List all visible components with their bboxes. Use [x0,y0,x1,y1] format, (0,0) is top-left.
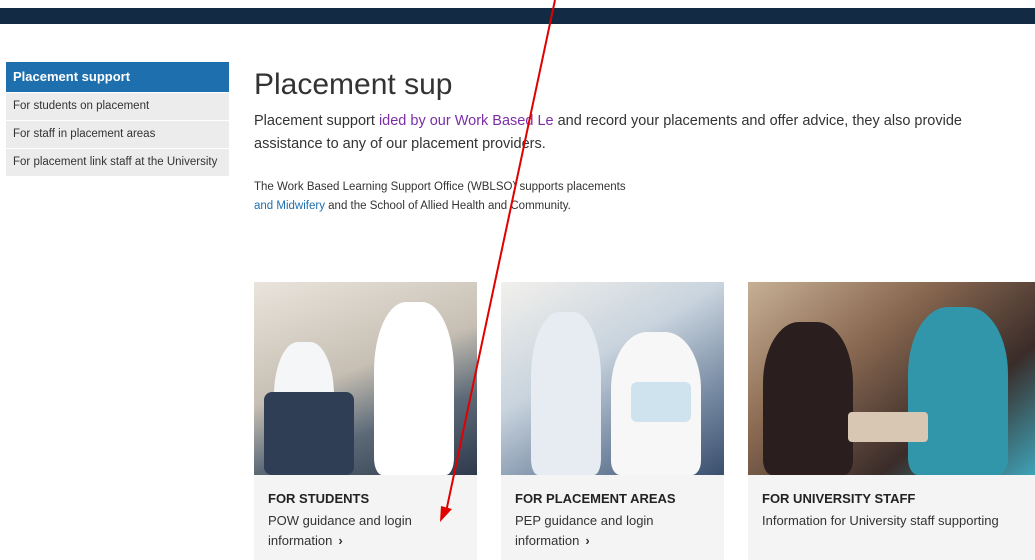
chevron-right-icon: › [338,533,343,548]
card-title: FOR STUDENTS [268,491,370,506]
intro-text-start: The Work Based Learning Support Office (… [254,181,626,193]
sidebar-item-link-staff[interactable]: For placement link staff at the Universi… [6,148,229,176]
midwifery-link[interactable]: and Midwifery [254,200,325,212]
lead-text-start: Placement support [254,113,379,129]
card-title: FOR UNIVERSITY STAFF [762,491,916,506]
placement-areas-photo [501,282,724,475]
intro-paragraph: The Work Based Learning Support Office (… [254,178,1035,216]
main-content: Placement sup Placement support ided by … [254,66,1035,216]
card-description: PEP guidance and login information › [515,511,710,551]
work-based-learning-link[interactable]: ided by our Work Based Le [379,113,554,129]
sidebar-nav: Placement support For students on placem… [6,62,229,176]
card-title: FOR PLACEMENT AREAS [515,491,676,506]
sidebar-item-students[interactable]: For students on placement [6,92,229,120]
card-description: POW guidance and login information › [268,511,463,551]
top-navigation-bar [0,8,1035,24]
card-description: Information for University staff support… [762,513,999,528]
card-grid: FOR STUDENTS POW guidance and login info… [254,282,1035,560]
card-desc-text: PEP guidance and login information [515,513,654,548]
students-photo [254,282,477,475]
sidebar-header[interactable]: Placement support [6,62,229,92]
page-title: Placement sup [254,68,453,101]
sidebar-item-staff[interactable]: For staff in placement areas [6,120,229,148]
university-staff-photo [748,282,1035,475]
card-placement-areas[interactable]: FOR PLACEMENT AREAS PEP guidance and log… [501,282,724,560]
chevron-right-icon: › [585,533,590,548]
lead-paragraph: Placement support ided by our Work Based… [254,110,1014,156]
card-students[interactable]: FOR STUDENTS POW guidance and login info… [254,282,477,560]
card-university-staff[interactable]: FOR UNIVERSITY STAFF Information for Uni… [748,282,1035,560]
intro-text-end: and the School of Allied Health and Comm… [324,200,571,212]
